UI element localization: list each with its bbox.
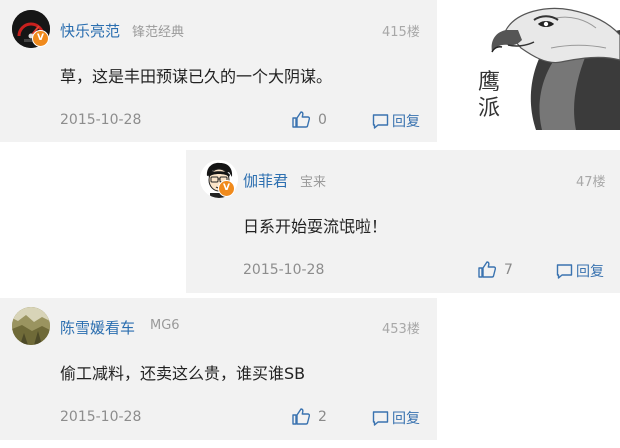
- username[interactable]: 伽菲君: [243, 170, 288, 191]
- user-car-level: 锋范经典: [132, 25, 185, 40]
- verified-badge: V: [32, 30, 49, 47]
- like-button[interactable]: 2: [292, 408, 327, 425]
- comment-text: 草，这是丰田预谋已久的一个大阴谋。: [60, 67, 333, 86]
- reply-icon: [372, 410, 389, 427]
- reply-label: 回复: [576, 264, 604, 280]
- like-count: 2: [318, 408, 327, 425]
- eagle-image: 鹰 派: [446, 0, 620, 130]
- thumbs-up-icon: [292, 111, 310, 128]
- user-car-level: MG6: [150, 318, 180, 333]
- comment-date: 2015-10-28: [60, 112, 142, 128]
- like-count: 7: [504, 261, 513, 278]
- eagle-icon: [491, 7, 620, 130]
- floor-number: 47楼: [576, 175, 606, 190]
- avatar[interactable]: [12, 307, 50, 345]
- image-caption-line1: 鹰: [478, 70, 501, 95]
- landscape-photo-icon: [12, 307, 50, 345]
- verified-badge: V: [218, 180, 235, 197]
- reply-icon: [372, 113, 389, 130]
- like-button[interactable]: 0: [292, 111, 327, 128]
- comment-date: 2015-10-28: [243, 262, 325, 278]
- thumbs-up-icon: [292, 408, 310, 425]
- reply-label: 回复: [392, 114, 420, 130]
- like-button[interactable]: 7: [478, 261, 513, 278]
- image-caption-line2: 派: [478, 96, 501, 121]
- floor-number: 415楼: [382, 25, 420, 40]
- reply-button[interactable]: 回复: [372, 111, 420, 131]
- like-count: 0: [318, 111, 327, 128]
- comment-text: 偷工减料，还卖这么贵，谁买谁SB: [60, 364, 306, 383]
- comment-card-1: V 快乐亮范 锋范经典 415楼 草，这是丰田预谋已久的一个大阴谋。 2015-…: [0, 0, 437, 142]
- reply-icon: [556, 263, 573, 280]
- username[interactable]: 陈雪媛看车: [60, 317, 135, 338]
- comment-text: 日系开始耍流氓啦！: [243, 217, 388, 236]
- comment-date: 2015-10-28: [60, 409, 142, 425]
- reply-label: 回复: [392, 411, 420, 427]
- thumbs-up-icon: [478, 261, 496, 278]
- comment-card-2: V 伽菲君 宝来 47楼 日系开始耍流氓啦！ 2015-10-28 7 回复: [186, 150, 620, 293]
- reply-button[interactable]: 回复: [556, 261, 604, 281]
- floor-number: 453楼: [382, 322, 420, 337]
- username[interactable]: 快乐亮范: [60, 20, 120, 41]
- user-car-level: 宝来: [300, 175, 327, 190]
- reply-button[interactable]: 回复: [372, 408, 420, 428]
- comment-card-3: 陈雪媛看车 MG6 453楼 偷工减料，还卖这么贵，谁买谁SB 2015-10-…: [0, 298, 437, 440]
